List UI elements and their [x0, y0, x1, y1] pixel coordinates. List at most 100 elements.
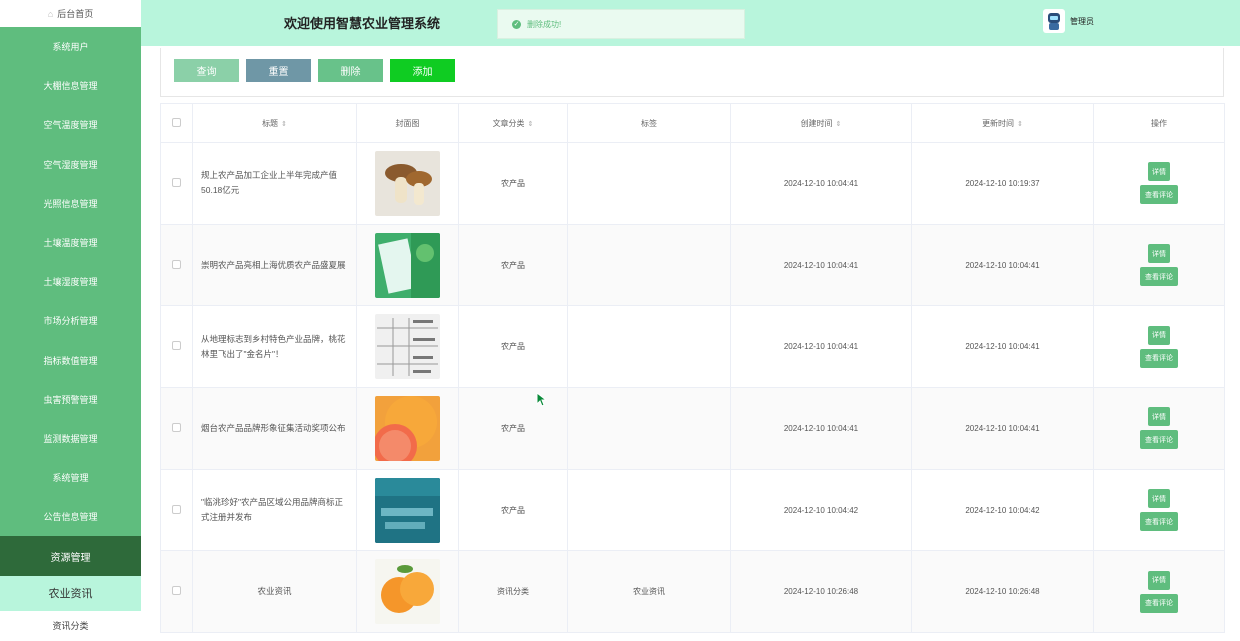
cell-title: 从地理标志到乡村特色产业品牌，桃花林里飞出了"金名片"！: [192, 305, 357, 389]
detail-button[interactable]: 详情: [1148, 325, 1170, 345]
cell-category: 农产品: [458, 223, 568, 307]
column-header[interactable]: 更新时间 ⇕: [911, 103, 1094, 143]
cell-created: 2024-12-10 10:04:41: [730, 305, 912, 389]
cell-tag: [567, 305, 731, 389]
row-checkbox[interactable]: [172, 259, 181, 269]
success-toast: ✓ 删除成功!: [497, 9, 745, 39]
detail-button[interactable]: 详情: [1148, 570, 1170, 590]
cell-category: 农产品: [458, 468, 568, 552]
cell-created: 2024-12-10 10:04:41: [730, 142, 912, 225]
cover-image: [375, 232, 440, 298]
sidebar-item[interactable]: 系统管理: [0, 458, 141, 497]
news-table: 标题 ⇕ 封面图 文章分类 ⇕ 标签 创建时间 ⇕ 更新时间 ⇕ 操作 规上农产品加工企…: [160, 103, 1225, 634]
sidebar-item[interactable]: 光照信息管理: [0, 184, 141, 223]
sidebar-item[interactable]: 大棚信息管理: [0, 66, 141, 105]
column-header: 标签: [567, 103, 731, 143]
view-comments-button[interactable]: 查看评论: [1140, 430, 1178, 450]
toast-message: 删除成功!: [527, 19, 562, 29]
sort-icon[interactable]: ⇕: [281, 121, 287, 128]
cell-tag: [567, 468, 731, 552]
delete-button[interactable]: 删除: [318, 59, 383, 82]
table-row: 从地理标志到乡村特色产业品牌，桃花林里飞出了"金名片"！ 农产品 2024-12…: [160, 305, 1225, 389]
row-checkbox[interactable]: [172, 341, 181, 351]
page-title: 欢迎使用智慧农业管理系统: [284, 16, 441, 31]
cell-updated: 2024-12-10 10:04:41: [911, 387, 1094, 470]
sidebar-item[interactable]: 公告信息管理: [0, 497, 141, 536]
detail-button[interactable]: 详情: [1148, 407, 1170, 427]
table-row: 崇明农产品亮相上海优质农产品盛夏展 农产品 2024-12-10 10:04:4…: [160, 223, 1225, 307]
cover-image: [375, 395, 440, 461]
cell-updated: 2024-12-10 10:04:41: [911, 223, 1094, 307]
sidebar-item[interactable]: 空气湿度管理: [0, 145, 141, 184]
view-comments-button[interactable]: 查看评论: [1140, 348, 1178, 368]
detail-button[interactable]: 详情: [1148, 162, 1170, 182]
sidebar-item[interactable]: 市场分析管理: [0, 301, 141, 340]
sort-icon[interactable]: ⇕: [528, 121, 534, 128]
sidebar-subitem-news[interactable]: 农业资讯: [0, 575, 141, 611]
cell-title: 规上农产品加工企业上半年完成产值50.18亿元: [192, 142, 357, 225]
sidebar-item[interactable]: 空气温度管理: [0, 105, 141, 144]
sidebar-home[interactable]: ⌂ 后台首页: [0, 0, 141, 27]
sidebar-item-resource[interactable]: 资源管理: [0, 536, 141, 576]
reset-button[interactable]: 重置: [246, 59, 311, 82]
column-header[interactable]: 文章分类 ⇕: [458, 103, 568, 143]
table-row: 规上农产品加工企业上半年完成产值50.18亿元 农产品 2024-12-10 1…: [160, 142, 1225, 225]
detail-button[interactable]: 详情: [1148, 244, 1170, 264]
table-row: 农业资讯 资讯分类 农业资讯 2024-12-10 10:26:48 2024-…: [160, 550, 1225, 634]
cell-updated: 2024-12-10 10:19:37: [911, 142, 1094, 225]
sidebar-home-label: 后台首页: [57, 9, 94, 19]
view-comments-button[interactable]: 查看评论: [1140, 512, 1178, 532]
cover-image: [375, 477, 440, 543]
cell-updated: 2024-12-10 10:26:48: [911, 550, 1094, 634]
cell-updated: 2024-12-10 10:04:42: [911, 468, 1094, 552]
row-checkbox[interactable]: [172, 586, 181, 596]
add-button[interactable]: 添加: [390, 59, 455, 82]
sidebar-subitem-category[interactable]: 资讯分类: [0, 610, 141, 641]
cell-tag: 农业资讯: [567, 550, 731, 634]
sidebar-item[interactable]: 土壤温度管理: [0, 223, 141, 262]
sidebar-item[interactable]: 系统用户: [0, 27, 141, 66]
cell-created: 2024-12-10 10:04:41: [730, 387, 912, 470]
sidebar-item[interactable]: 土壤湿度管理: [0, 262, 141, 301]
column-header: 封面图: [356, 103, 459, 143]
column-header[interactable]: 创建时间 ⇕: [730, 103, 912, 143]
cell-created: 2024-12-10 10:26:48: [730, 550, 912, 634]
table-row: 烟台农产品品牌形象征集活动奖项公布 农产品 2024-12-10 10:04:4…: [160, 387, 1225, 470]
avatar: [1043, 9, 1065, 33]
cell-category: 资讯分类: [458, 550, 568, 634]
check-icon: ✓: [512, 19, 521, 29]
cell-created: 2024-12-10 10:04:41: [730, 223, 912, 307]
home-icon: ⌂: [47, 8, 54, 19]
cell-category: 农产品: [458, 387, 568, 470]
cell-title: "临洮珍好"农产品区域公用品牌商标正式注册并发布: [192, 468, 357, 552]
select-all-checkbox[interactable]: [172, 117, 181, 127]
sort-icon[interactable]: ⇕: [836, 121, 842, 128]
table-row: "临洮珍好"农产品区域公用品牌商标正式注册并发布 农产品 2024-12-10 …: [160, 468, 1225, 552]
cover-image: [375, 150, 440, 216]
mouse-cursor-icon: [536, 392, 548, 407]
row-checkbox[interactable]: [172, 422, 181, 432]
sort-icon[interactable]: ⇕: [1017, 121, 1023, 128]
sidebar-item[interactable]: 指标数值管理: [0, 341, 141, 380]
row-checkbox[interactable]: [172, 504, 181, 514]
cell-title: 烟台农产品品牌形象征集活动奖项公布: [192, 387, 357, 470]
cell-tag: [567, 223, 731, 307]
cell-tag: [567, 387, 731, 470]
cell-title: 崇明农产品亮相上海优质农产品盛夏展: [192, 223, 357, 307]
cover-image: [375, 559, 440, 625]
user-menu[interactable]: 管理员: [1043, 9, 1094, 33]
column-header: 操作: [1093, 103, 1225, 143]
cell-created: 2024-12-10 10:04:42: [730, 468, 912, 552]
sidebar-item[interactable]: 虫害预警管理: [0, 380, 141, 419]
column-header[interactable]: 标题 ⇕: [192, 103, 357, 143]
cover-image: [375, 314, 440, 380]
query-button[interactable]: 查询: [174, 59, 239, 82]
cell-title: 农业资讯: [192, 550, 357, 634]
row-checkbox[interactable]: [172, 177, 181, 187]
user-name: 管理员: [1070, 16, 1094, 26]
view-comments-button[interactable]: 查看评论: [1140, 267, 1178, 287]
view-comments-button[interactable]: 查看评论: [1140, 185, 1178, 205]
view-comments-button[interactable]: 查看评论: [1140, 593, 1178, 613]
detail-button[interactable]: 详情: [1148, 489, 1170, 509]
sidebar-item[interactable]: 监测数据管理: [0, 419, 141, 458]
